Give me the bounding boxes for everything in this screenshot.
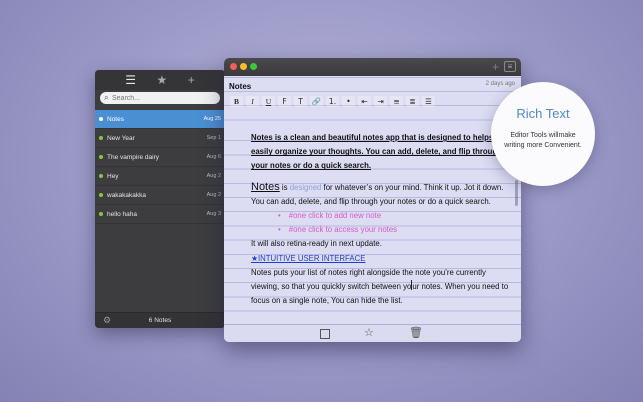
add-note-button[interactable]: + — [492, 60, 499, 74]
note-dot-icon — [99, 117, 103, 121]
text-span: is — [279, 182, 290, 192]
bold-button[interactable]: B — [230, 96, 243, 107]
indent-button[interactable]: ⇥ — [374, 96, 387, 107]
trash-icon[interactable]: 🗑 — [409, 328, 423, 339]
sidebar-footer: ⚙ 6 Notes — [95, 312, 225, 328]
designed-word: designed — [289, 182, 322, 192]
retina-line: It will also retina-ready in next update… — [251, 239, 382, 249]
bullet-text: #one click to add new note — [288, 211, 382, 221]
note-body[interactable]: Notes is a clean and beautiful notes app… — [251, 131, 511, 308]
note-date: Aug 3 — [206, 211, 221, 217]
note-dot-icon — [99, 174, 103, 178]
search-box: ⌕ — [100, 92, 220, 104]
rich-text-callout: Rich Text Editor Tools willmake writing … — [491, 82, 595, 186]
close-button[interactable] — [230, 63, 237, 70]
note-title: Hey — [107, 172, 119, 180]
bullet-item: • #one click to add new note — [251, 209, 511, 223]
callout-title: Rich Text — [516, 106, 570, 121]
callout-text: Editor Tools willmake writing more Conve… — [504, 132, 582, 149]
note-title: Notes — [107, 115, 124, 123]
search-icon: ⌕ — [104, 93, 109, 102]
star-icon[interactable]: ★ — [156, 74, 167, 86]
note-date: Aug 6 — [206, 154, 221, 160]
checkbox-icon[interactable] — [320, 329, 330, 339]
search-input[interactable] — [112, 92, 212, 104]
zoom-button[interactable] — [250, 63, 257, 70]
bullet-item: • #one click to access your notes — [251, 223, 511, 237]
list-item[interactable]: New Year Sep 1 — [95, 129, 225, 148]
note-dot-icon — [99, 155, 103, 159]
paragraph: Notes puts your list of notes right alon… — [251, 266, 511, 309]
note-title: New Year — [107, 134, 135, 142]
note-title: The vampire dairy — [107, 153, 160, 161]
editor-footer: ☆ 🗑 — [224, 324, 521, 342]
bullet-list-button[interactable]: • — [342, 96, 355, 107]
plus-icon[interactable]: + — [188, 74, 195, 86]
text-size-button[interactable]: T — [294, 96, 307, 107]
note-modified-date: 2 days ago — [485, 81, 515, 87]
notes-word: Notes — [251, 180, 280, 193]
note-page[interactable]: Notes 2 days ago B I U F T 🔗 1. • ⇤ ⇥ ≡ … — [224, 76, 521, 324]
note-title: wakakakakka — [107, 191, 147, 199]
scrollbar[interactable] — [515, 180, 518, 206]
italic-button[interactable]: I — [246, 96, 259, 107]
note-date: Aug 2 — [206, 173, 221, 179]
list-icon[interactable]: ☰ — [125, 74, 136, 86]
editor-window: + ≡ Notes 2 days ago B I U F T 🔗 1. • ⇤ … — [224, 58, 521, 342]
note-dot-icon — [99, 193, 103, 197]
list-item[interactable]: Notes Aug 25 — [95, 110, 225, 129]
bullet-dot: • — [278, 225, 281, 235]
note-date: Sep 1 — [206, 135, 221, 141]
outdent-button[interactable]: ⇤ — [358, 96, 371, 107]
notes-sidebar-window: ☰ ★ + ⌕ Notes Aug 25 New Year Sep 1 The … — [95, 70, 225, 328]
notes-count: 6 Notes — [148, 317, 172, 324]
note-dot-icon — [99, 136, 103, 140]
note-date: Aug 2 — [206, 192, 221, 198]
align-left-button[interactable]: ≡ — [390, 96, 403, 107]
numbered-list-button[interactable]: 1. — [326, 96, 339, 107]
minimize-button[interactable] — [240, 63, 247, 70]
list-item[interactable]: wakakakakka Aug 2 — [95, 186, 225, 205]
list-item[interactable]: The vampire dairy Aug 6 — [95, 148, 225, 167]
menu-icon[interactable]: ≡ — [504, 61, 516, 72]
align-center-button[interactable]: ≣ — [406, 96, 419, 107]
note-title-heading: Notes — [229, 82, 252, 91]
note-dot-icon — [99, 212, 103, 216]
note-date: Aug 25 — [203, 116, 221, 122]
bullet-dot: • — [278, 211, 281, 221]
bullet-text: #one click to access your notes — [288, 225, 398, 235]
paragraph: Notes is designed for whatever’s on your… — [251, 180, 511, 209]
star-icon[interactable]: ☆ — [364, 328, 374, 339]
window-titlebar: + ≡ — [224, 58, 521, 76]
font-button[interactable]: F — [278, 96, 291, 107]
note-title: hello haha — [107, 210, 137, 218]
intro-paragraph: Notes is a clean and beautiful notes app… — [251, 133, 510, 171]
align-right-button[interactable]: ☰ — [422, 96, 435, 107]
interface-link[interactable]: ★INTUITIVE USER INTERFACE — [251, 252, 511, 266]
sidebar-toolbar: ☰ ★ + — [95, 70, 225, 90]
underline-button[interactable]: U — [262, 96, 275, 107]
list-item[interactable]: hello haha Aug 3 — [95, 205, 225, 224]
format-toolbar: B I U F T 🔗 1. • ⇤ ⇥ ≡ ≣ ☰ — [230, 96, 435, 107]
note-list: Notes Aug 25 New Year Sep 1 The vampire … — [95, 110, 225, 224]
list-item[interactable]: Hey Aug 2 — [95, 167, 225, 186]
link-icon[interactable]: 🔗 — [310, 96, 323, 107]
